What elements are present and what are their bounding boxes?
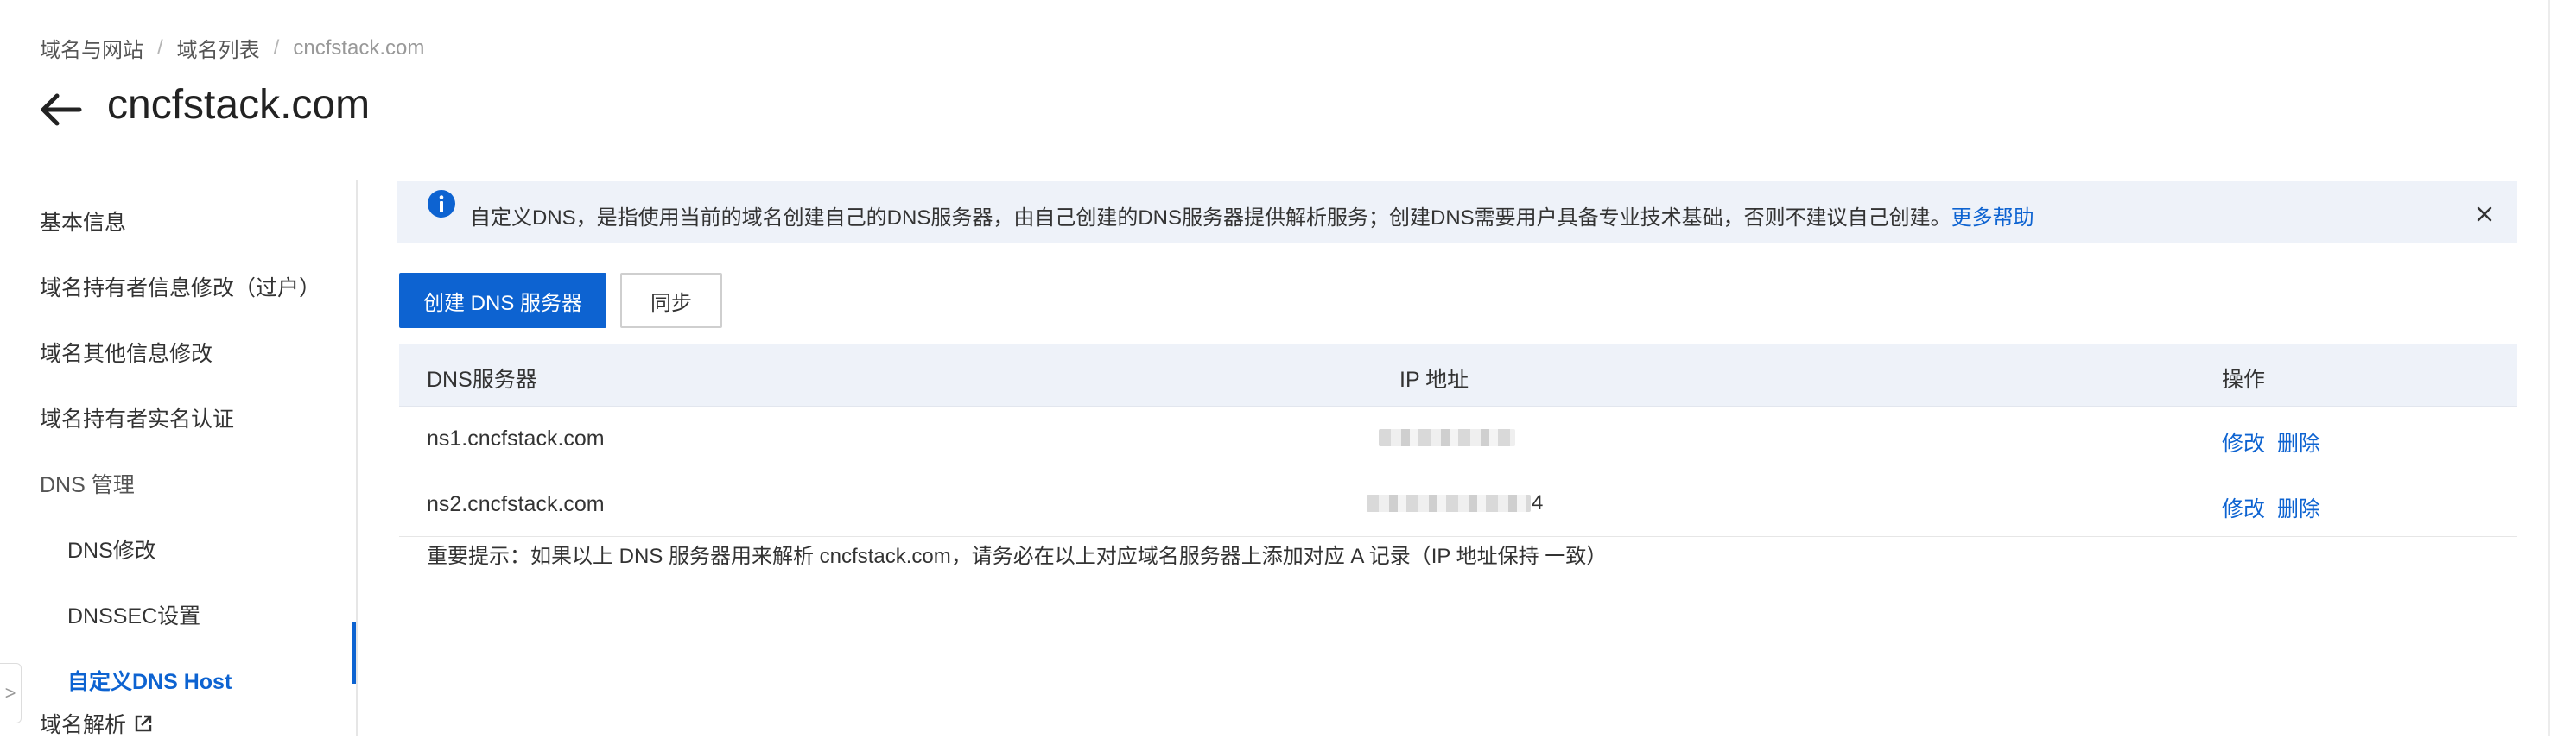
breadcrumb-current: cncfstack.com [293, 35, 425, 60]
sidebar-item-dns-modify[interactable]: DNS修改 [67, 534, 156, 565]
column-header-action: 操作 [2222, 368, 2266, 392]
sidebar-item-domain-resolve[interactable]: 域名解析 [40, 708, 154, 739]
edit-link[interactable]: 修改 [2222, 426, 2265, 458]
breadcrumb-item-domains-sites[interactable]: 域名与网站 [40, 33, 143, 63]
sidebar-item-custom-dns-host[interactable]: 自定义DNS Host [67, 665, 232, 696]
ip-address-redacted [1379, 428, 1516, 447]
sidebar [0, 180, 358, 736]
page-title: cncfstack.com [107, 82, 371, 128]
column-header-dns-server: DNS服务器 [427, 368, 537, 392]
sidebar-item-dnssec[interactable]: DNSSEC设置 [67, 599, 200, 630]
info-banner-message: 自定义DNS，是指使用当前的域名创建自己的DNS服务器，由自己创建的DNS服务器… [470, 206, 1951, 230]
create-dns-server-button[interactable]: 创建 DNS 服务器 [399, 273, 606, 328]
delete-link[interactable]: 删除 [2277, 426, 2320, 458]
dns-server-name: ns1.cncfstack.com [427, 426, 605, 451]
breadcrumb-item-domain-list[interactable]: 域名列表 [177, 33, 260, 63]
sidebar-item-holder-transfer[interactable]: 域名持有者信息修改（过户） [40, 271, 320, 302]
table-row: ns1.cncfstack.com 修改 删除 [399, 406, 2517, 471]
redacted-ip-mask [1379, 429, 1515, 446]
sidebar-item-basic-info[interactable]: 基本信息 [40, 205, 126, 237]
info-icon [428, 190, 455, 218]
page-right-divider [2548, 0, 2550, 736]
external-link-icon [135, 715, 152, 732]
table-header: DNS服务器 IP 地址 操作 [399, 344, 2517, 407]
column-header-ip: IP 地址 [1399, 368, 1469, 392]
breadcrumb-separator: / [157, 35, 163, 60]
breadcrumb: 域名与网站 / 域名列表 / cncfstack.com [40, 33, 424, 63]
sidebar-item-other-info[interactable]: 域名其他信息修改 [40, 337, 213, 368]
chevron-right-icon: > [4, 682, 16, 704]
table-row: ns2.cncfstack.com 4 修改 删除 [399, 471, 2517, 537]
sidebar-item-label: 域名解析 [40, 713, 127, 737]
sidebar-collapse-toggle[interactable]: > [0, 663, 22, 723]
sidebar-active-indicator [352, 622, 356, 684]
info-banner-text: 自定义DNS，是指使用当前的域名创建自己的DNS服务器，由自己创建的DNS服务器… [470, 200, 2034, 231]
back-arrow-icon[interactable] [35, 85, 85, 135]
sidebar-item-realname-auth[interactable]: 域名持有者实名认证 [40, 402, 234, 433]
more-help-link[interactable]: 更多帮助 [1951, 206, 2034, 230]
close-icon[interactable] [2476, 205, 2493, 223]
sync-button[interactable]: 同步 [620, 273, 722, 328]
important-tip: 重要提示：如果以上 DNS 服务器用来解析 cncfstack.com，请务必在… [427, 545, 1608, 568]
redacted-ip-mask [1367, 495, 1531, 512]
breadcrumb-separator: / [273, 35, 280, 60]
edit-link[interactable]: 修改 [2222, 492, 2265, 523]
sidebar-group-dns-management: DNS 管理 [40, 473, 135, 497]
dns-server-name: ns2.cncfstack.com [427, 492, 605, 516]
delete-link[interactable]: 删除 [2277, 492, 2320, 523]
ip-address-redacted: 4 [1367, 491, 1543, 515]
